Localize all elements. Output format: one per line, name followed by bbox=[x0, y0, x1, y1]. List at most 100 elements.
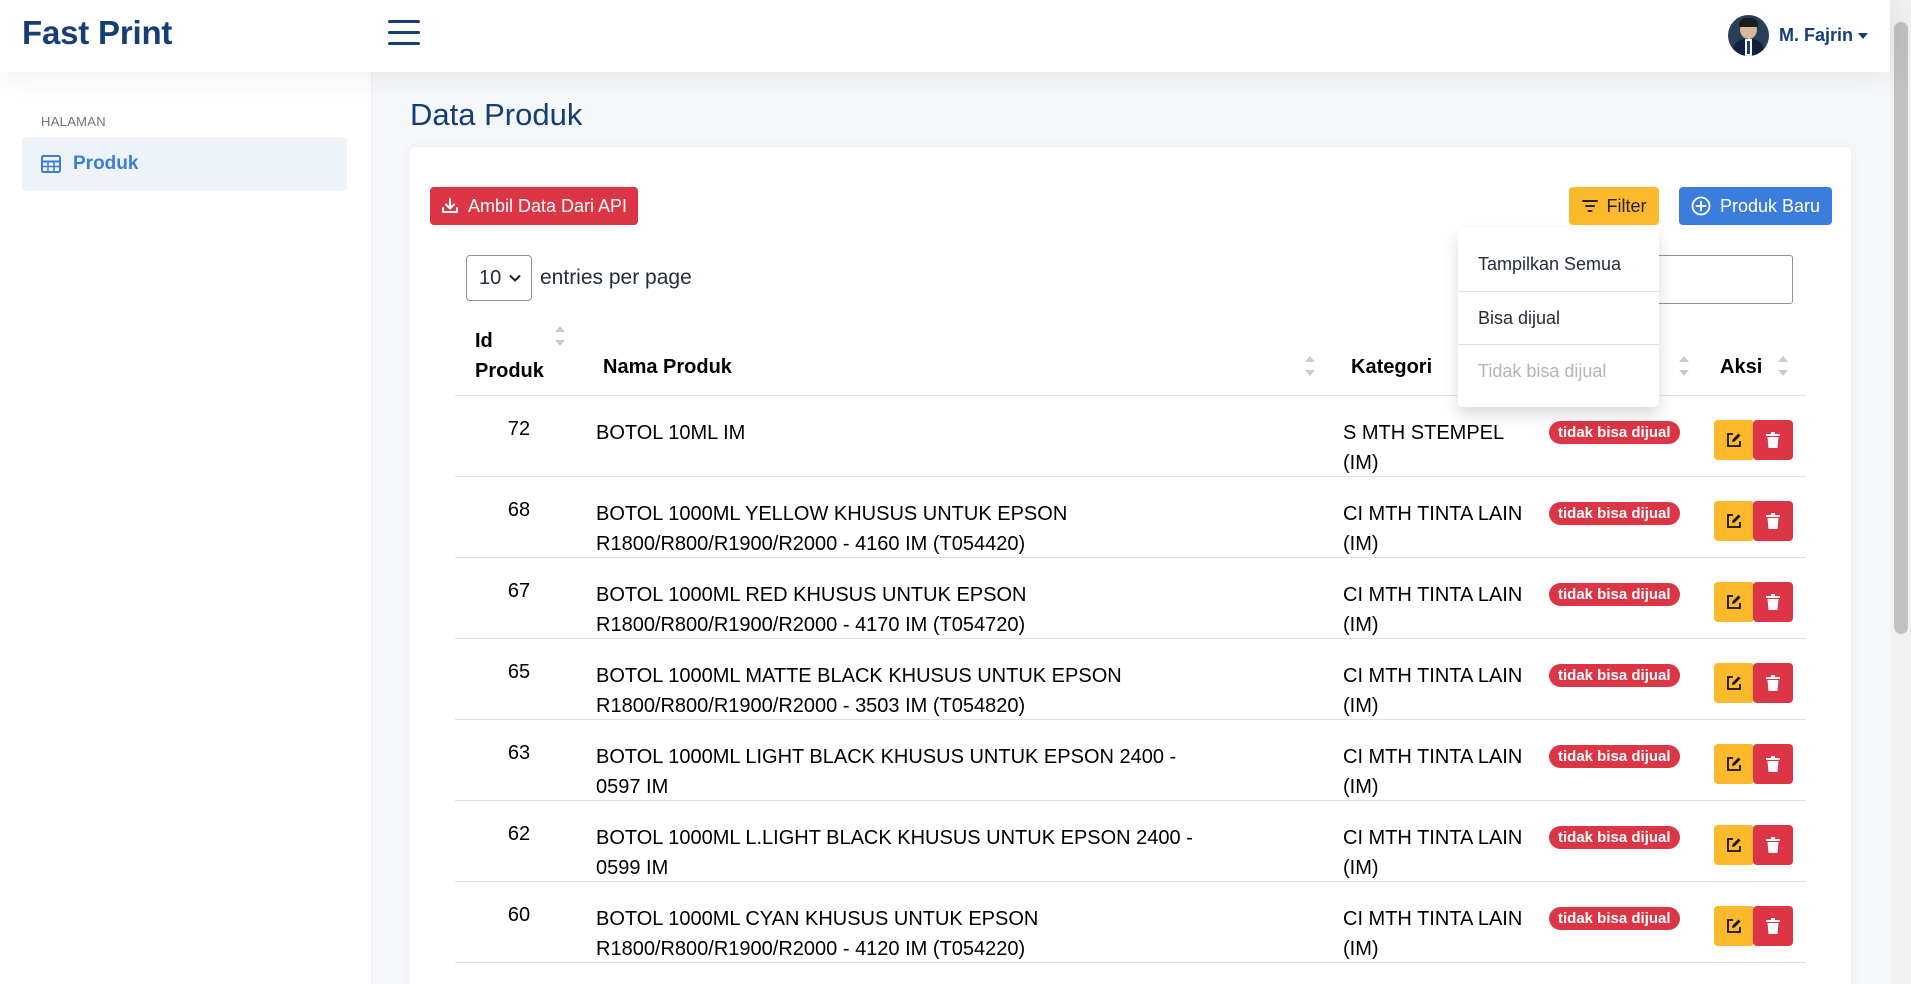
delete-button[interactable] bbox=[1753, 906, 1793, 946]
entries-label: entries per page bbox=[540, 266, 692, 289]
avatar bbox=[1727, 15, 1769, 56]
cell-id: 62 bbox=[507, 823, 531, 845]
filter-option-all[interactable]: Tampilkan Semua bbox=[1458, 238, 1659, 290]
edit-icon bbox=[1727, 676, 1741, 690]
hamburger-menu-icon[interactable] bbox=[388, 20, 420, 50]
delete-button[interactable] bbox=[1753, 663, 1793, 703]
cell-id: 67 bbox=[507, 580, 531, 602]
cell-id: 63 bbox=[507, 742, 531, 764]
th-aksi[interactable]: Aksi bbox=[1720, 356, 1762, 379]
table-row: 62 BOTOL 1000ML L.LIGHT BLACK KHUSUS UNT… bbox=[455, 801, 1806, 882]
edit-button[interactable] bbox=[1714, 582, 1754, 622]
cell-name: BOTOL 1000ML CYAN KHUSUS UNTUK EPSON R18… bbox=[596, 908, 1039, 960]
filter-icon bbox=[1581, 200, 1598, 212]
edit-button[interactable] bbox=[1714, 501, 1754, 541]
table-row: 68 BOTOL 1000ML YELLOW KHUSUS UNTUK EPSO… bbox=[455, 477, 1806, 558]
edit-icon bbox=[1727, 595, 1741, 609]
th-nama-produk[interactable]: Nama Produk bbox=[603, 356, 732, 379]
cell-kategori: CI MTH TINTA LAIN (IM) bbox=[1343, 503, 1523, 555]
trash-icon bbox=[1766, 513, 1780, 529]
delete-button[interactable] bbox=[1753, 825, 1793, 865]
sort-status-icon[interactable] bbox=[1679, 356, 1689, 376]
edit-button[interactable] bbox=[1714, 663, 1754, 703]
cell-kategori: CI MTH TINTA LAIN (IM) bbox=[1343, 827, 1523, 879]
user-menu[interactable]: M. Fajrin bbox=[1727, 15, 1868, 56]
cell-kategori: CI MTH TINTA LAIN (IM) bbox=[1343, 665, 1523, 717]
edit-icon bbox=[1727, 433, 1741, 447]
delete-button[interactable] bbox=[1753, 501, 1793, 541]
cell-id: 68 bbox=[507, 499, 531, 521]
cell-name: BOTOL 1000ML L.LIGHT BLACK KHUSUS UNTUK … bbox=[596, 827, 1193, 879]
sidebar-header: HALAMAN bbox=[41, 114, 106, 129]
entries-per-page-select[interactable]: 10 bbox=[466, 255, 532, 301]
th-kategori[interactable]: Kategori bbox=[1351, 356, 1432, 379]
cell-name: BOTOL 1000ML YELLOW KHUSUS UNTUK EPSON R… bbox=[596, 503, 1068, 555]
search-input[interactable] bbox=[1650, 255, 1793, 304]
new-product-label: Produk Baru bbox=[1719, 195, 1821, 216]
cell-kategori: S MTH STEMPEL (IM) bbox=[1343, 422, 1504, 474]
user-name: M. Fajrin bbox=[1778, 25, 1853, 45]
trash-icon bbox=[1766, 756, 1780, 772]
cell-kategori: CI MTH TINTA LAIN (IM) bbox=[1343, 908, 1523, 960]
status-badge: tidak bisa dijual bbox=[1549, 745, 1680, 768]
sort-aksi-icon[interactable] bbox=[1778, 356, 1788, 376]
status-badge: tidak bisa dijual bbox=[1549, 664, 1680, 687]
status-badge: tidak bisa dijual bbox=[1549, 421, 1680, 444]
cell-name: BOTOL 1000ML LIGHT BLACK KHUSUS UNTUK EP… bbox=[596, 746, 1177, 798]
table-row: 63 BOTOL 1000ML LIGHT BLACK KHUSUS UNTUK… bbox=[455, 720, 1806, 801]
cell-id: 60 bbox=[507, 904, 531, 926]
caret-down-icon bbox=[1858, 32, 1868, 39]
edit-button[interactable] bbox=[1714, 906, 1754, 946]
table-icon bbox=[41, 155, 61, 173]
filter-option-not-sellable[interactable]: Tidak bisa dijual bbox=[1458, 345, 1659, 397]
edit-button[interactable] bbox=[1714, 744, 1754, 784]
table-row: 60 BOTOL 1000ML CYAN KHUSUS UNTUK EPSON … bbox=[455, 882, 1806, 963]
fetch-api-label: Ambil Data Dari API bbox=[467, 195, 628, 216]
edit-icon bbox=[1727, 919, 1741, 933]
status-badge: tidak bisa dijual bbox=[1549, 583, 1680, 606]
status-badge: tidak bisa dijual bbox=[1549, 502, 1680, 525]
sort-name-icon[interactable] bbox=[1305, 356, 1315, 376]
table-row: 72 BOTOL 10ML IM S MTH STEMPEL (IM) tida… bbox=[455, 396, 1806, 477]
table-row: 65 BOTOL 1000ML MATTE BLACK KHUSUS UNTUK… bbox=[455, 639, 1806, 720]
products-table: Id Produk Nama Produk Kategori Aksi 72 B… bbox=[455, 316, 1806, 963]
brand-logo[interactable]: Fast Print bbox=[22, 14, 172, 52]
trash-icon bbox=[1766, 432, 1780, 448]
cell-name: BOTOL 10ML IM bbox=[596, 422, 746, 444]
cell-id: 65 bbox=[507, 661, 531, 683]
trash-icon bbox=[1766, 675, 1780, 691]
delete-button[interactable] bbox=[1753, 744, 1793, 784]
scrollbar[interactable] bbox=[1890, 0, 1911, 984]
filter-dropdown-menu: Tampilkan Semua Bisa dijual Tidak bisa d… bbox=[1458, 228, 1659, 407]
delete-button[interactable] bbox=[1753, 582, 1793, 622]
scrollbar-thumb[interactable] bbox=[1894, 22, 1908, 634]
sidebar: HALAMAN Produk bbox=[0, 72, 372, 984]
cell-name: BOTOL 1000ML MATTE BLACK KHUSUS UNTUK EP… bbox=[596, 665, 1122, 717]
topbar: Fast Print M. Fajrin bbox=[0, 0, 1890, 72]
entries-control: 10 entries per page bbox=[466, 255, 692, 301]
trash-icon bbox=[1766, 594, 1780, 610]
status-badge: tidak bisa dijual bbox=[1549, 826, 1680, 849]
edit-icon bbox=[1727, 838, 1741, 852]
table-row: 67 BOTOL 1000ML RED KHUSUS UNTUK EPSON R… bbox=[455, 558, 1806, 639]
cell-id: 72 bbox=[507, 418, 531, 440]
cell-name: BOTOL 1000ML RED KHUSUS UNTUK EPSON R180… bbox=[596, 584, 1027, 636]
delete-button[interactable] bbox=[1753, 420, 1793, 460]
fetch-api-button[interactable]: Ambil Data Dari API bbox=[430, 187, 638, 225]
edit-icon bbox=[1727, 514, 1741, 528]
sidebar-item-produk[interactable]: Produk bbox=[22, 137, 347, 191]
cell-kategori: CI MTH TINTA LAIN (IM) bbox=[1343, 584, 1523, 636]
edit-button[interactable] bbox=[1714, 825, 1754, 865]
th-id-produk[interactable]: Id Produk bbox=[475, 326, 544, 386]
download-icon bbox=[441, 198, 458, 213]
filter-option-sellable[interactable]: Bisa dijual bbox=[1458, 292, 1659, 344]
status-badge: tidak bisa dijual bbox=[1549, 907, 1680, 930]
edit-icon bbox=[1727, 757, 1741, 771]
page-title: Data Produk bbox=[410, 97, 583, 132]
filter-button[interactable]: Filter bbox=[1569, 187, 1659, 225]
edit-button[interactable] bbox=[1714, 420, 1754, 460]
entries-value: 10 bbox=[479, 266, 502, 289]
sort-id-icon[interactable] bbox=[555, 326, 565, 346]
new-product-button[interactable]: Produk Baru bbox=[1679, 187, 1832, 225]
trash-icon bbox=[1766, 918, 1780, 934]
